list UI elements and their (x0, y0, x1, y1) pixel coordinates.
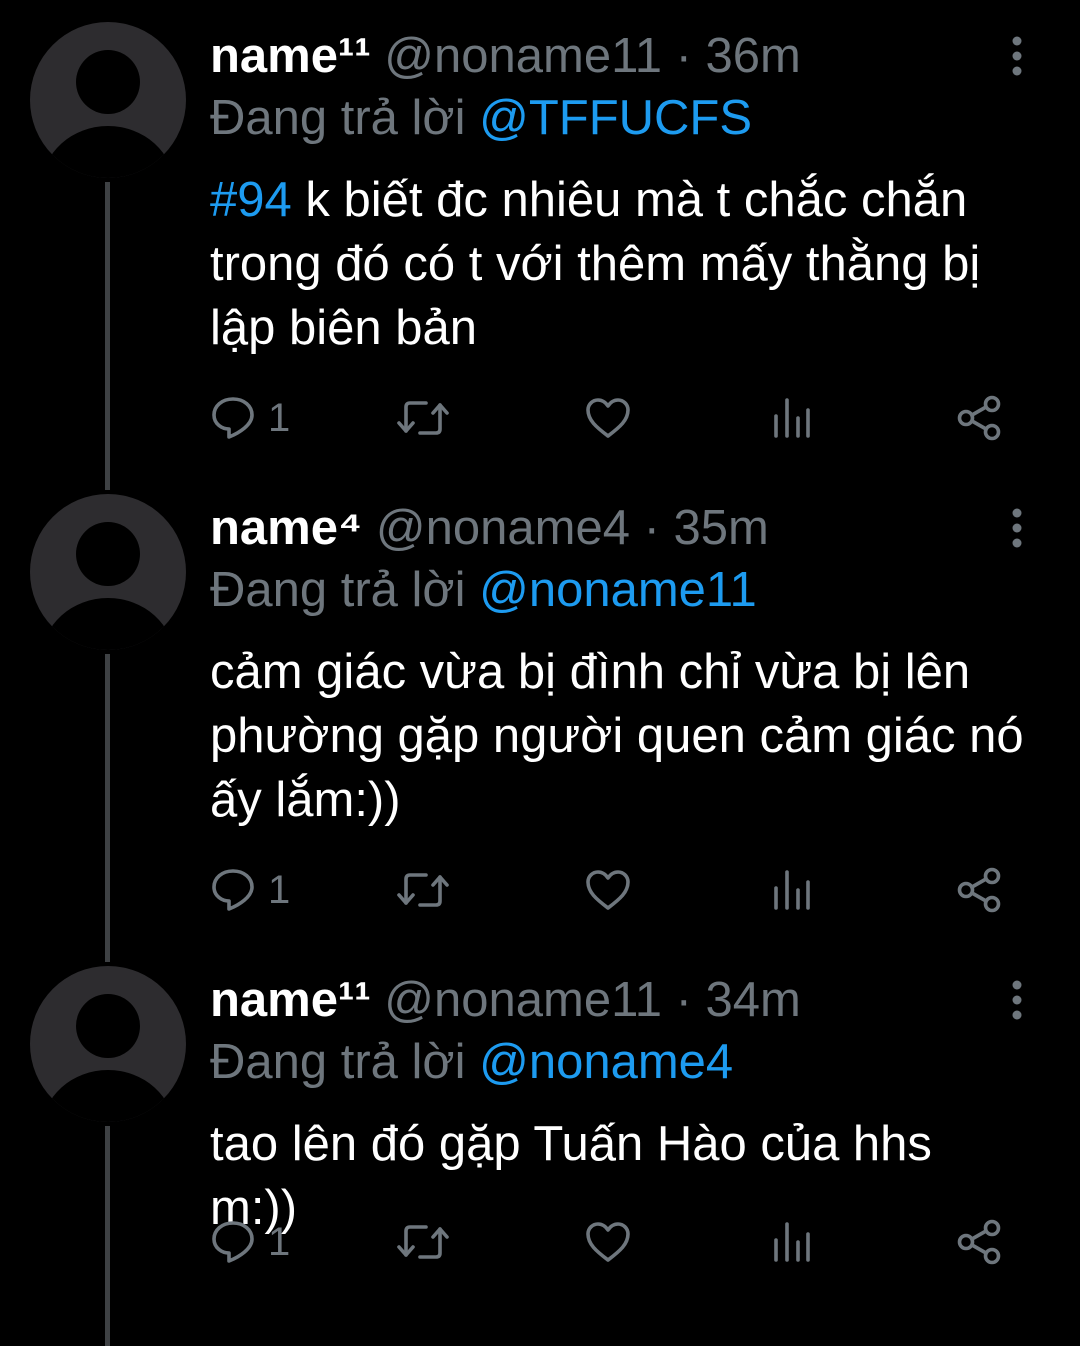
display-name[interactable]: name¹¹ (210, 29, 371, 83)
retweet-button[interactable] (396, 1214, 450, 1270)
replying-to-label: Đang trả lời (210, 563, 466, 617)
avatar-shoulders (42, 1070, 174, 1122)
thread-connector-line (105, 654, 110, 962)
reply-button[interactable]: 1 (210, 862, 290, 918)
share-icon (957, 1219, 1001, 1265)
display-name[interactable]: name¹¹ (210, 973, 371, 1027)
thread-connector-line (105, 1126, 110, 1346)
share-button[interactable] (956, 390, 1004, 446)
avatar-shoulders (42, 126, 174, 178)
avatar[interactable] (30, 494, 186, 650)
more-vertical-icon[interactable] (1007, 508, 1027, 548)
retweet-icon (397, 1225, 449, 1259)
avatar[interactable] (30, 966, 186, 1122)
share-icon (957, 867, 1001, 913)
tweet[interactable]: name¹¹ @noname11 · 36m Đang trả lời @TFF… (0, 0, 1080, 490)
tweet-actions: 1 (210, 1214, 1010, 1270)
reply-count: 1 (268, 867, 291, 912)
retweet-button[interactable] (396, 862, 450, 918)
reply-icon (212, 397, 254, 439)
user-handle[interactable]: @noname11 (384, 29, 662, 83)
tweet-text-content: cảm giác vừa bị đình chỉ vừa bị lên phườ… (210, 645, 1024, 827)
replying-to: Đang trả lời @noname11 (210, 560, 757, 620)
avatar-head (76, 50, 140, 114)
hashtag-link[interactable]: #94 (210, 173, 292, 227)
analytics-icon (774, 1222, 810, 1262)
analytics-button[interactable] (770, 862, 814, 918)
retweet-icon (397, 401, 449, 435)
reply-icon (212, 1221, 254, 1263)
display-name[interactable]: name⁴ (210, 501, 362, 555)
tweet-actions: 1 (210, 862, 1010, 918)
tweet-header: name¹¹ @noname11 · 36m (210, 26, 801, 86)
replying-to: Đang trả lời @noname4 (210, 1032, 733, 1092)
reply-count: 1 (268, 395, 291, 440)
replying-to: Đang trả lời @TFFUCFS (210, 88, 752, 148)
more-vertical-icon[interactable] (1007, 36, 1027, 76)
reply-button[interactable]: 1 (210, 390, 290, 446)
tweet[interactable]: name¹¹ @noname11 · 34m Đang trả lời @non… (0, 944, 1080, 1346)
analytics-button[interactable] (770, 1214, 814, 1270)
replying-to-mention[interactable]: @noname11 (479, 563, 757, 617)
more-vertical-icon[interactable] (1007, 980, 1027, 1020)
replying-to-mention[interactable]: @noname4 (479, 1035, 733, 1089)
tweet-text: #94 k biết đc nhiêu mà t chắc chắn trong… (210, 168, 1030, 360)
share-icon (957, 395, 1001, 441)
tweet-text-content: k biết đc nhiêu mà t chắc chắn trong đó … (210, 173, 981, 355)
replying-to-label: Đang trả lời (210, 1035, 466, 1089)
user-handle[interactable]: @noname4 (376, 501, 630, 555)
avatar-shoulders (42, 598, 174, 650)
timestamp[interactable]: 34m (706, 973, 801, 1027)
like-button[interactable] (584, 390, 632, 446)
timestamp[interactable]: 36m (706, 29, 801, 83)
analytics-button[interactable] (770, 390, 814, 446)
reply-icon (212, 869, 254, 911)
avatar-head (76, 994, 140, 1058)
retweet-button[interactable] (396, 390, 450, 446)
separator-dot: · (675, 29, 692, 83)
replying-to-mention[interactable]: @TFFUCFS (479, 91, 752, 145)
analytics-icon (774, 398, 810, 438)
replying-to-label: Đang trả lời (210, 91, 466, 145)
separator-dot: · (675, 973, 692, 1027)
share-button[interactable] (956, 1214, 1004, 1270)
analytics-icon (774, 870, 810, 910)
separator-dot: · (643, 501, 660, 555)
heart-icon (586, 870, 630, 910)
reply-button[interactable]: 1 (210, 1214, 290, 1270)
tweet-header: name¹¹ @noname11 · 34m (210, 970, 801, 1030)
user-handle[interactable]: @noname11 (384, 973, 662, 1027)
tweet-text: cảm giác vừa bị đình chỉ vừa bị lên phườ… (210, 640, 1030, 832)
heart-icon (586, 398, 630, 438)
thread-connector-line (105, 182, 110, 490)
tweet-actions: 1 (210, 390, 1010, 446)
tweet[interactable]: name⁴ @noname4 · 35m Đang trả lời @nonam… (0, 472, 1080, 962)
tweet-header: name⁴ @noname4 · 35m (210, 498, 769, 558)
heart-icon (586, 1222, 630, 1262)
retweet-icon (397, 873, 449, 907)
like-button[interactable] (584, 862, 632, 918)
reply-count: 1 (268, 1219, 291, 1264)
timestamp[interactable]: 35m (674, 501, 769, 555)
avatar-head (76, 522, 140, 586)
avatar[interactable] (30, 22, 186, 178)
reply-thread: name¹¹ @noname11 · 36m Đang trả lời @TFF… (0, 0, 1080, 1346)
like-button[interactable] (584, 1214, 632, 1270)
share-button[interactable] (956, 862, 1004, 918)
